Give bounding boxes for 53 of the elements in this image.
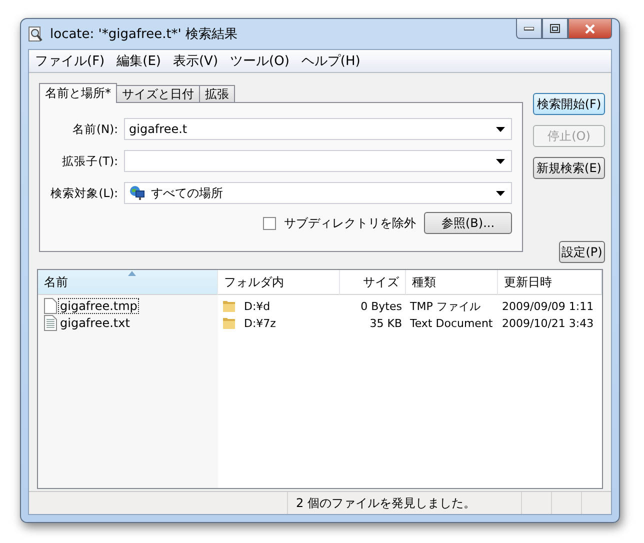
menu-item[interactable]: 編集(E) [112, 52, 169, 70]
minimize-button[interactable] [516, 19, 542, 39]
combo-field[interactable] [124, 150, 512, 172]
tab[interactable]: サイズと日付 [116, 85, 200, 103]
modified-date: 2009/10/21 3:43 [502, 316, 594, 330]
settings-button[interactable]: 設定(P) [559, 241, 605, 263]
field-label: 名前(N): [72, 122, 118, 136]
close-icon [585, 24, 595, 34]
folder-icon [222, 299, 236, 313]
folder-path: D:¥d [244, 300, 270, 312]
file-type: Text Document [410, 316, 493, 330]
minimize-icon [524, 26, 534, 30]
maximize-icon [550, 24, 560, 33]
file-size: 35 KB [370, 316, 402, 330]
file-size: 0 Bytes [360, 300, 402, 312]
combo-field[interactable]: gigafree.t [124, 118, 512, 140]
browse-button[interactable]: 参照(B)... [424, 212, 512, 234]
file-name[interactable]: gigafree.tmp [59, 299, 138, 313]
dropdown-arrow-icon[interactable] [496, 126, 505, 132]
column-header[interactable]: 名前 [38, 270, 218, 295]
maximize-button[interactable] [542, 19, 568, 39]
action-button[interactable]: 新規検索(E) [533, 157, 605, 179]
text-file-icon [44, 315, 57, 331]
action-button[interactable]: 検索開始(F) [533, 93, 605, 115]
magnifier-icon [28, 26, 44, 42]
column-header[interactable]: 更新日時 [498, 270, 602, 295]
tab[interactable]: 拡張 [199, 85, 235, 103]
column-header[interactable]: サイズ [340, 270, 406, 295]
checkbox[interactable] [263, 216, 276, 230]
combo-field[interactable]: すべての場所 [124, 182, 512, 204]
modified-date: 2009/09/09 1:11 [502, 300, 594, 312]
file-type: TMP ファイル [410, 298, 480, 314]
menu-item[interactable]: ツール(O) [226, 52, 298, 70]
menu-item[interactable]: ファイル(F) [31, 52, 113, 70]
close-button[interactable] [568, 19, 612, 39]
menu-item[interactable]: ヘルプ(H) [297, 52, 368, 70]
sort-arrow-icon [128, 271, 136, 276]
dropdown-arrow-icon[interactable] [496, 190, 505, 196]
dropdown-arrow-icon[interactable] [496, 158, 505, 164]
menu-item[interactable]: 表示(V) [168, 52, 226, 70]
field-label: 検索対象(L): [50, 186, 118, 200]
field-label: 拡張子(T): [61, 154, 118, 168]
file-icon [44, 298, 57, 314]
globe-computer-icon [129, 185, 145, 201]
column-header[interactable]: フォルダ内 [218, 270, 340, 295]
tab[interactable]: 名前と場所* [39, 83, 117, 103]
checkbox-label[interactable]: サブディレクトリを除外 [284, 214, 416, 232]
status-text: 2 個のファイルを発見しました。 [287, 492, 521, 514]
folder-path: D:¥7z [244, 316, 276, 330]
folder-icon [222, 316, 236, 330]
window-title: locate: '*gigafree.t*' 検索結果 [50, 26, 239, 43]
column-header[interactable]: 種類 [406, 270, 498, 295]
file-name[interactable]: gigafree.txt [59, 316, 131, 330]
